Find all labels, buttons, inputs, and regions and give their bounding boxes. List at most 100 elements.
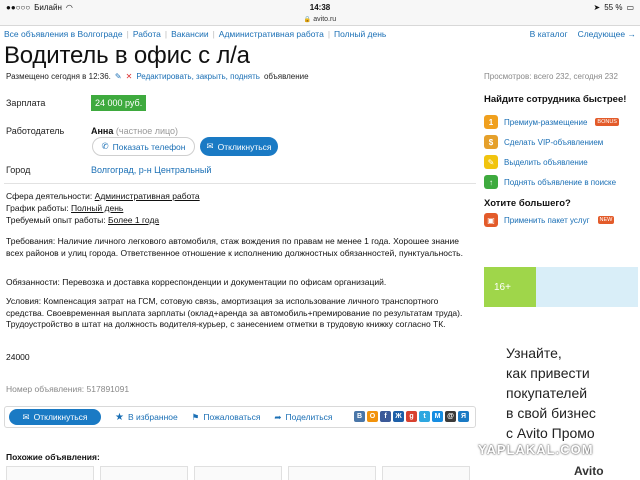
premium-icon: 1 xyxy=(484,115,498,129)
social-mir-icon[interactable]: М xyxy=(432,411,443,422)
lock-icon: 🔒 xyxy=(303,17,312,23)
battery-level: 55 % xyxy=(604,2,623,12)
vip-label: Сделать VIP-объявлением xyxy=(504,137,604,147)
ad-number: Номер объявления: 517891091 xyxy=(6,384,130,394)
sphere-label: Сфера деятельности: xyxy=(6,191,93,201)
age-rating: 16+ xyxy=(494,282,511,293)
url-host: avito.ru xyxy=(313,16,337,23)
package-link[interactable]: ▣ Применить пакет услуг NEW xyxy=(484,210,636,230)
next-ad-link[interactable]: Следующее → xyxy=(578,29,636,39)
price-plain: 24000 xyxy=(6,352,30,362)
views-counter: Просмотров: всего 232, сегодня 232 xyxy=(484,72,618,81)
pencil-icon[interactable]: ✎ xyxy=(115,72,122,81)
breadcrumb: Все объявления в Волгограде | Работа | Вакан… xyxy=(4,27,636,41)
city-label: Город xyxy=(6,165,31,175)
package-icon: ▣ xyxy=(484,213,498,227)
similar-item[interactable] xyxy=(194,466,282,480)
crumb-all-ads[interactable]: Все объявления в Волгограде xyxy=(4,29,123,39)
similar-list xyxy=(6,466,470,480)
share-icon: ➦ xyxy=(274,411,282,422)
crumb-separator: | xyxy=(126,29,129,39)
url-bar[interactable]: 🔒 avito.ru xyxy=(0,14,640,26)
complain-label: Пожаловаться xyxy=(203,412,261,422)
find-employee-heading: Найдите сотрудника быстрее! xyxy=(484,94,627,105)
similar-item[interactable] xyxy=(6,466,94,480)
salary-label: Зарплата xyxy=(6,98,46,108)
crumb-work[interactable]: Работа xyxy=(133,29,161,39)
social-twitter-icon[interactable]: t xyxy=(419,411,430,422)
social-vk-icon[interactable]: В xyxy=(354,411,365,422)
crumb-separator: | xyxy=(327,29,331,39)
city-link[interactable]: Волгоград, р-н Центральный xyxy=(91,165,211,175)
share-link[interactable]: ➦ Поделиться xyxy=(274,412,332,423)
respond-bottom-label: Откликнуться xyxy=(33,412,88,422)
crumb-vacancies[interactable]: Вакансии xyxy=(171,29,208,39)
bonus-badge: BONUS xyxy=(595,118,619,126)
edit-suffix: объявление xyxy=(263,72,309,81)
salary-value: 24 000 руб. xyxy=(91,95,147,111)
highlight-link[interactable]: ✎ Выделить объявление xyxy=(484,152,636,172)
sphere-line: Сфера деятельности: Административная раб… xyxy=(6,191,468,203)
duties-text: Обязанности: Перевозка и доставка коррес… xyxy=(6,277,387,287)
highlight-label: Выделить объявление xyxy=(504,157,588,167)
signal-icon: ●●○○○ xyxy=(6,2,31,12)
want-more-heading: Хотите большего? xyxy=(484,198,571,209)
location-icon: ➤ xyxy=(593,2,601,12)
premium-placement-link[interactable]: 1 Премиум-размещение BONUS xyxy=(484,112,636,132)
schedule-label: График работы: xyxy=(6,203,69,213)
conditions-text: Условия: Компенсация затрат на ГСМ, сото… xyxy=(6,296,463,329)
crumb-full-day[interactable]: Полный день xyxy=(334,29,386,39)
requirements-text: Требования: Наличие личного легкового ав… xyxy=(6,236,463,258)
edit-ad-link[interactable]: Редактировать, закрыть, поднять xyxy=(136,72,260,81)
social-mail-icon[interactable]: @ xyxy=(445,411,456,422)
premium-label: Премиум-размещение xyxy=(504,117,588,127)
social-yandex-icon[interactable]: Я xyxy=(458,411,469,422)
mail-icon: ✉ xyxy=(206,141,214,151)
social-ok-icon[interactable]: О xyxy=(367,411,378,422)
raise-link[interactable]: ↑ Поднять объявление в поиске xyxy=(484,172,636,192)
divider xyxy=(4,183,476,184)
employer: Анна (частное лицо) xyxy=(91,126,178,136)
sidebar: Найдите сотрудника быстрее! 1 Премиум-ра… xyxy=(484,94,636,230)
respond-button-bottom[interactable]: ✉ Откликнуться xyxy=(9,409,101,425)
similar-item[interactable] xyxy=(382,466,470,480)
similar-item[interactable] xyxy=(288,466,376,480)
page-title: Водитель в офис с л/а xyxy=(4,42,250,69)
crumb-separator: | xyxy=(164,29,168,39)
complain-link[interactable]: ⚑ Пожаловаться xyxy=(192,412,261,423)
favorite-label: В избранное xyxy=(127,412,178,422)
phone-icon: ✆ xyxy=(101,141,109,151)
mail-icon: ✉ xyxy=(22,411,30,422)
sphere-value: Административная работа xyxy=(94,191,200,201)
vip-link[interactable]: $ Сделать VIP-объявлением xyxy=(484,132,636,152)
social-google-icon[interactable]: g xyxy=(406,411,417,422)
experience-label: Требуемый опыт работы: xyxy=(6,215,106,225)
close-icon[interactable]: ✕ xyxy=(126,72,133,81)
marker-icon: ✎ xyxy=(484,155,498,169)
social-facebook-icon[interactable]: f xyxy=(380,411,391,422)
experience-value: Более 1 года xyxy=(108,215,160,225)
share-label: Поделиться xyxy=(285,412,333,422)
action-bar: ✉ Откликнуться ★ В избранное ⚑ Пожаловат… xyxy=(4,406,476,428)
raise-label: Поднять объявление в поиске xyxy=(504,177,617,187)
status-bar: ●●○○○ Билайн ◠ 14:38 ➤ 55 % ▭ xyxy=(0,0,640,14)
schedule-value: Полный день xyxy=(71,203,124,213)
employer-name: Анна xyxy=(91,126,114,136)
placed-time: Размещено сегодня в 12:36. xyxy=(6,72,111,81)
similar-item[interactable] xyxy=(100,466,188,480)
vip-icon: $ xyxy=(484,135,498,149)
battery-icon: ▭ xyxy=(626,2,634,12)
raise-icon: ↑ xyxy=(484,175,498,189)
respond-button[interactable]: ✉ Откликнуться xyxy=(200,137,278,156)
employer-type: (частное лицо) xyxy=(115,126,179,136)
show-phone-button[interactable]: ✆ Показать телефон xyxy=(92,137,195,156)
warning-icon: ⚑ xyxy=(191,411,200,422)
to-catalog-link[interactable]: В каталог xyxy=(530,29,568,39)
clock: 14:38 xyxy=(309,2,331,12)
favorite-link[interactable]: ★ В избранное xyxy=(115,412,178,423)
social-lj-icon[interactable]: Ж xyxy=(393,411,404,422)
employer-label: Работодатель xyxy=(6,126,65,136)
promo-headline: Узнайте, как привести покупателей в свой… xyxy=(506,345,596,441)
ad-meta: Размещено сегодня в 12:36. ✎ ✕ Редактиро… xyxy=(6,72,309,81)
crumb-admin-work[interactable]: Административная работа xyxy=(219,29,324,39)
